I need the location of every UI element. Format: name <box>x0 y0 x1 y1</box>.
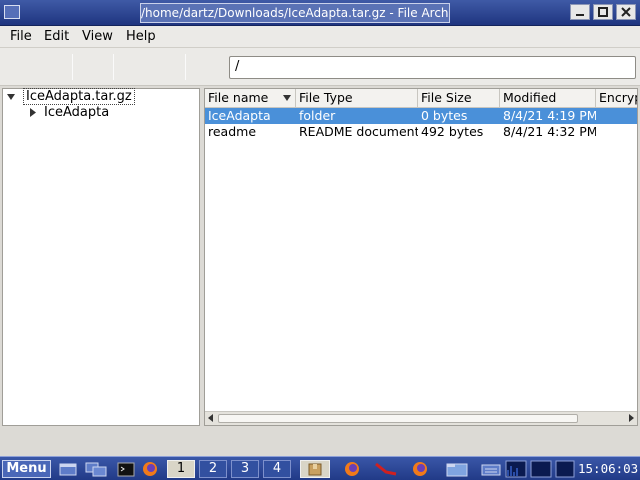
menu-bar: File Edit View Help <box>0 26 640 48</box>
task-firefox-icon[interactable] <box>408 460 432 478</box>
maximize-icon <box>598 7 608 17</box>
column-header-file-size[interactable]: File Size <box>418 89 500 108</box>
cell-file-type: README document <box>299 124 418 139</box>
cpu-monitor-icon[interactable] <box>505 460 527 478</box>
cell-file-name: readme <box>208 124 257 139</box>
workspace-1[interactable]: 1 <box>167 460 195 478</box>
scroll-left-icon[interactable] <box>208 414 213 422</box>
network-monitor-icon[interactable] <box>530 460 552 478</box>
scroll-right-icon[interactable] <box>629 414 634 422</box>
cell-file-size: 0 bytes <box>421 108 468 123</box>
cell-modified: 8/4/21 4:19 PM <box>503 108 596 123</box>
menu-view[interactable]: View <box>82 29 113 44</box>
menu-edit[interactable]: Edit <box>44 29 69 44</box>
horizontal-scrollbar[interactable] <box>205 411 637 425</box>
table-row[interactable]: readme README document 492 bytes 8/4/21 … <box>205 124 637 140</box>
task-firefox-icon[interactable] <box>340 460 364 478</box>
workspace-4[interactable]: 4 <box>263 460 291 478</box>
folder-tree[interactable]: IceAdapta.tar.gz IceAdapta <box>2 88 200 426</box>
window-menu-icon[interactable] <box>4 5 20 19</box>
workspace-2[interactable]: 2 <box>199 460 227 478</box>
tree-row-child[interactable]: IceAdapta <box>3 105 199 121</box>
close-icon <box>621 7 631 17</box>
window-title: /home/dartz/Downloads/IceAdapta.tar.gz -… <box>140 3 450 23</box>
cell-file-size: 492 bytes <box>421 124 484 139</box>
cell-file-type: folder <box>299 108 336 123</box>
maximize-button[interactable] <box>593 4 613 20</box>
toolbar-separator <box>185 54 186 80</box>
toolbar-separator <box>72 54 73 80</box>
column-header-modified[interactable]: Modified <box>500 89 596 108</box>
window-list-icon[interactable] <box>84 460 108 478</box>
clock[interactable]: 15:06:03 <box>578 461 638 477</box>
menu-help[interactable]: Help <box>126 29 156 44</box>
tree-row-root[interactable]: IceAdapta.tar.gz <box>3 88 199 105</box>
column-header-file-type[interactable]: File Type <box>296 89 418 108</box>
location-input[interactable]: / <box>229 56 636 79</box>
minimize-icon <box>576 14 584 16</box>
taskbar: Menu 1 2 3 4 15:06:03 <box>0 456 640 480</box>
minimize-button[interactable] <box>570 4 590 20</box>
close-button[interactable] <box>616 4 636 20</box>
tree-child-label[interactable]: IceAdapta <box>44 105 109 120</box>
task-file-archiver[interactable] <box>300 460 330 478</box>
workspace-3[interactable]: 3 <box>231 460 259 478</box>
table-row[interactable]: IceAdapta folder 0 bytes 8/4/21 4:19 PM <box>205 108 637 124</box>
menu-file[interactable]: File <box>10 29 32 44</box>
firefox-icon[interactable] <box>140 460 160 478</box>
expander-right-icon[interactable] <box>29 108 37 117</box>
archive-icon <box>308 463 322 476</box>
tree-root-label[interactable]: IceAdapta.tar.gz <box>23 88 135 105</box>
task-app-icon[interactable] <box>372 460 400 478</box>
column-header-file-name[interactable]: File name <box>205 89 296 108</box>
show-desktop-icon[interactable] <box>58 460 78 478</box>
column-header-label: File name <box>208 90 269 105</box>
memory-monitor-icon[interactable] <box>555 460 575 478</box>
column-header-encrypted[interactable]: Encryp <box>596 89 637 108</box>
sort-descending-icon <box>283 95 291 101</box>
terminal-icon[interactable] <box>116 460 136 478</box>
toolbar-separator <box>113 54 114 80</box>
cell-file-name: IceAdapta <box>208 108 271 123</box>
start-menu-button[interactable]: Menu <box>2 460 51 478</box>
expander-down-icon[interactable] <box>7 93 16 101</box>
scrollbar-thumb[interactable] <box>218 414 578 423</box>
keyboard-icon[interactable] <box>480 460 502 478</box>
file-list[interactable]: File name File Type File Size Modified E… <box>204 88 638 426</box>
task-file-manager-icon[interactable] <box>444 460 470 478</box>
title-bar[interactable]: /home/dartz/Downloads/IceAdapta.tar.gz -… <box>0 0 640 26</box>
cell-modified: 8/4/21 4:32 PM <box>503 124 596 139</box>
